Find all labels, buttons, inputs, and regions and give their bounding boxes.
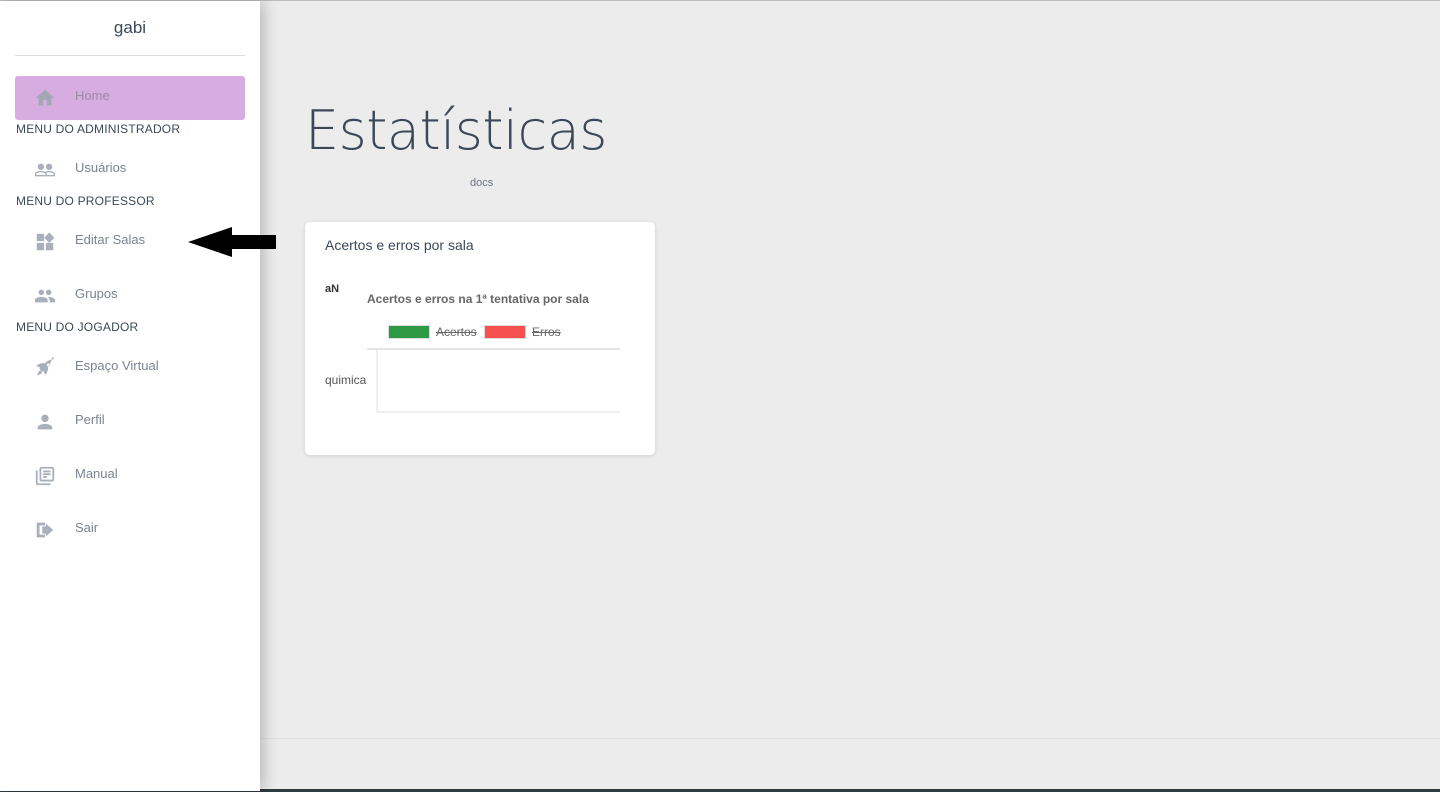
sidebar-item-label: Sair [75, 519, 99, 535]
sidebar-item-espaco-virtual[interactable]: Espaço Virtual [15, 346, 245, 390]
page-title: Estatísticas [305, 99, 607, 162]
dashboard-widgets-icon [33, 230, 57, 254]
section-title-professor: MENU DO PROFESSOR [16, 194, 155, 208]
sidebar-item-sair[interactable]: Sair [15, 508, 245, 552]
sidebar-item-label: Perfil [75, 411, 105, 427]
person-icon [33, 410, 57, 434]
exit-icon [33, 518, 57, 542]
sidebar-item-label: Home [75, 87, 110, 103]
sidebar-item-home[interactable]: Home [15, 76, 245, 120]
pointer-arrow-icon [188, 227, 276, 257]
people-icon [33, 158, 57, 182]
group-icon [33, 284, 57, 308]
sidebar-item-label: Manual [75, 465, 118, 481]
sidebar-item-label: Grupos [75, 285, 118, 301]
category-label: quimica [325, 373, 367, 387]
home-icon [33, 86, 57, 110]
section-title-admin: MENU DO ADMINISTRADOR [16, 122, 181, 136]
sidebar-item-label: Editar Salas [75, 231, 146, 247]
sidebar-item-perfil[interactable]: Perfil [15, 400, 245, 444]
chart-area [367, 348, 620, 413]
section-title-jogador: MENU DO JOGADOR [16, 320, 139, 334]
rocket-icon [33, 356, 57, 380]
sidebar-item-usuarios[interactable]: Usuários [15, 148, 245, 192]
sidebar: gabi Home MENU DO ADMINISTRADOR Usuários… [0, 1, 260, 791]
library-books-icon [33, 464, 57, 488]
sidebar-item-label: Usuários [75, 159, 127, 175]
brand-name[interactable]: gabi [15, 1, 245, 56]
stats-card: Acertos e erros por sala aN Acertos e er… [305, 222, 655, 455]
sidebar-item-grupos[interactable]: Grupos [15, 274, 245, 318]
sidebar-item-label: Espaço Virtual [75, 357, 159, 373]
docs-link[interactable]: docs [470, 177, 493, 189]
footer-divider [260, 738, 1440, 739]
sidebar-item-manual[interactable]: Manual [15, 454, 245, 498]
